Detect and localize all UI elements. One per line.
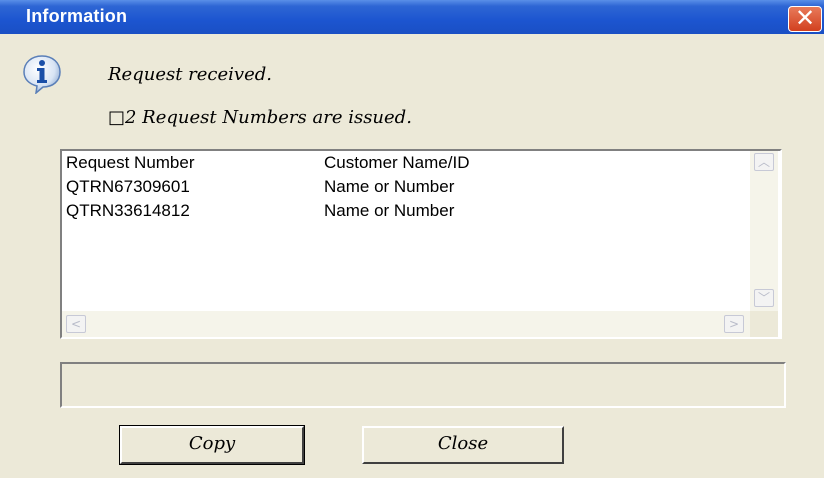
close-button[interactable]: Close: [362, 426, 564, 464]
horizontal-scrollbar[interactable]: < >: [62, 311, 750, 337]
scroll-right-button[interactable]: >: [724, 315, 744, 333]
copy-button[interactable]: Copy: [119, 425, 305, 465]
scroll-down-button[interactable]: ﹀: [754, 289, 774, 307]
scroll-up-button[interactable]: ︿: [754, 153, 774, 171]
vertical-scrollbar[interactable]: ︿ ﹀: [750, 151, 778, 311]
scroll-left-button[interactable]: <: [66, 315, 86, 333]
scrollbar-corner: [750, 311, 778, 337]
chevron-up-icon: ︿: [757, 155, 770, 169]
chevron-right-icon: >: [728, 317, 740, 331]
request-number: QTRN67309601: [66, 177, 190, 196]
status-field: [60, 362, 786, 408]
customer-name: Name or Number: [324, 177, 455, 196]
list-header: Request Number Customer Name/ID: [66, 153, 469, 173]
list-item[interactable]: QTRN33614812 Name or Number: [66, 201, 454, 221]
chevron-left-icon: <: [70, 317, 82, 331]
title-bar: Information ✕: [0, 0, 824, 34]
chevron-down-icon: ﹀: [757, 291, 770, 305]
dialog-body: Request received. □2 Request Numbers are…: [0, 34, 824, 478]
header-request-number: Request Number: [66, 153, 195, 172]
window-close-button[interactable]: ✕: [788, 4, 822, 32]
request-list-box[interactable]: Request Number Customer Name/ID QTRN6730…: [60, 149, 782, 339]
request-number: QTRN33614812: [66, 201, 190, 220]
message-received: Request received.: [108, 64, 272, 85]
window-title: Information: [26, 6, 128, 26]
message-issued-count: □2 Request Numbers are issued.: [108, 107, 412, 128]
list-item[interactable]: QTRN67309601 Name or Number: [66, 177, 454, 197]
info-icon: [23, 55, 61, 94]
header-customer-name: Customer Name/ID: [324, 153, 470, 172]
customer-name: Name or Number: [324, 201, 455, 220]
close-icon: ✕: [794, 4, 816, 32]
